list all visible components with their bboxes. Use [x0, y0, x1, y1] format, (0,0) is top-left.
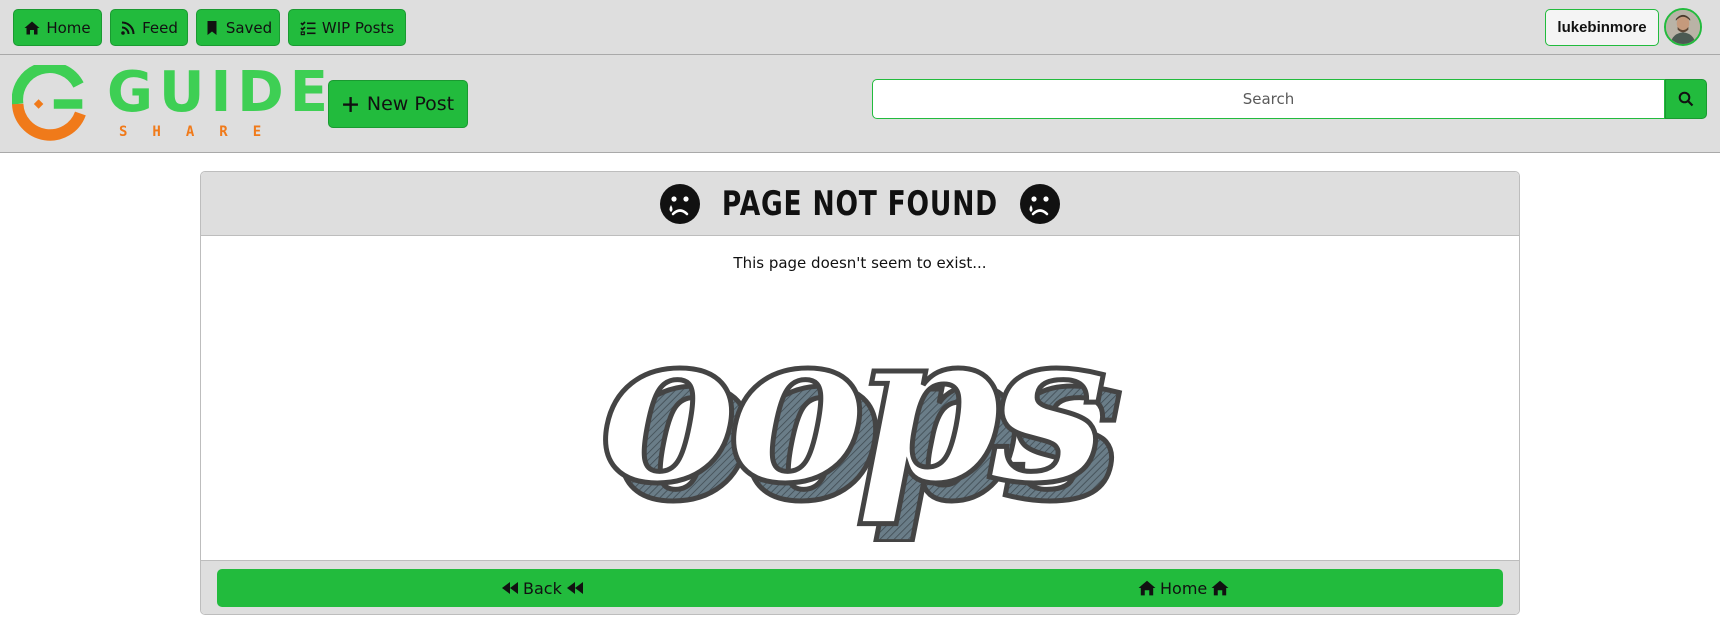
home-link-button[interactable]: Home — [1138, 569, 1229, 607]
nav-saved-label: Saved — [225, 18, 273, 37]
logo-subtitle: SHARE — [119, 124, 287, 140]
search-icon — [1678, 91, 1694, 107]
new-post-label: New Post — [366, 93, 455, 115]
backward-icon — [502, 582, 518, 594]
error-card: PAGE NOT FOUND This page doesn't seem to… — [200, 171, 1520, 615]
nav-wip-posts-label: WIP Posts — [321, 18, 395, 37]
error-card-header: PAGE NOT FOUND — [201, 172, 1519, 236]
search-input[interactable] — [872, 79, 1665, 119]
logo-wordmark: GUIDE — [107, 60, 335, 125]
bookmark-icon — [207, 20, 217, 35]
nav-feed-label: Feed — [142, 18, 178, 37]
nav-wip-posts-button[interactable]: WIP Posts — [288, 9, 406, 46]
oops-illustration: oops oops — [596, 312, 1134, 542]
error-actions-bar: Back Home — [217, 569, 1503, 607]
list-check-icon — [300, 20, 316, 35]
username-label: lukebinmore — [1557, 19, 1647, 36]
back-button[interactable]: Back — [501, 569, 584, 607]
sad-tear-face-icon — [660, 183, 701, 224]
home-icon — [24, 21, 40, 34]
error-card-footer: Back Home — [201, 560, 1519, 614]
search-button[interactable] — [1665, 79, 1707, 119]
rss-feed-icon — [121, 21, 135, 35]
home-icon — [1138, 580, 1156, 596]
search-bar — [872, 79, 1707, 119]
profile-picture — [1666, 10, 1700, 44]
error-message: This page doesn't seem to exist... — [733, 254, 987, 272]
nav-home-label: Home — [46, 18, 91, 37]
header-bar: GUIDE SHARE New Post — [0, 55, 1720, 153]
username-button[interactable]: lukebinmore — [1545, 9, 1659, 46]
top-navbar: Home Feed Saved WIP Posts lukebinmore — [0, 0, 1720, 55]
backward-icon — [566, 582, 583, 594]
nav-home-button[interactable]: Home — [13, 9, 102, 46]
nav-saved-button[interactable]: Saved — [196, 9, 280, 46]
back-label: Back — [523, 578, 562, 598]
home-label: Home — [1160, 578, 1208, 598]
sad-tear-face-icon — [1019, 183, 1060, 224]
plus-icon — [342, 96, 358, 112]
home-icon — [1211, 580, 1229, 596]
logo-mark-icon — [12, 65, 86, 141]
avatar[interactable] — [1664, 8, 1702, 46]
oops-front-text: oops — [598, 312, 1103, 530]
nav-feed-button[interactable]: Feed — [110, 9, 188, 46]
site-logo[interactable]: GUIDE SHARE — [12, 65, 328, 145]
page-title: PAGE NOT FOUND — [721, 183, 999, 224]
new-post-button[interactable]: New Post — [328, 80, 468, 128]
